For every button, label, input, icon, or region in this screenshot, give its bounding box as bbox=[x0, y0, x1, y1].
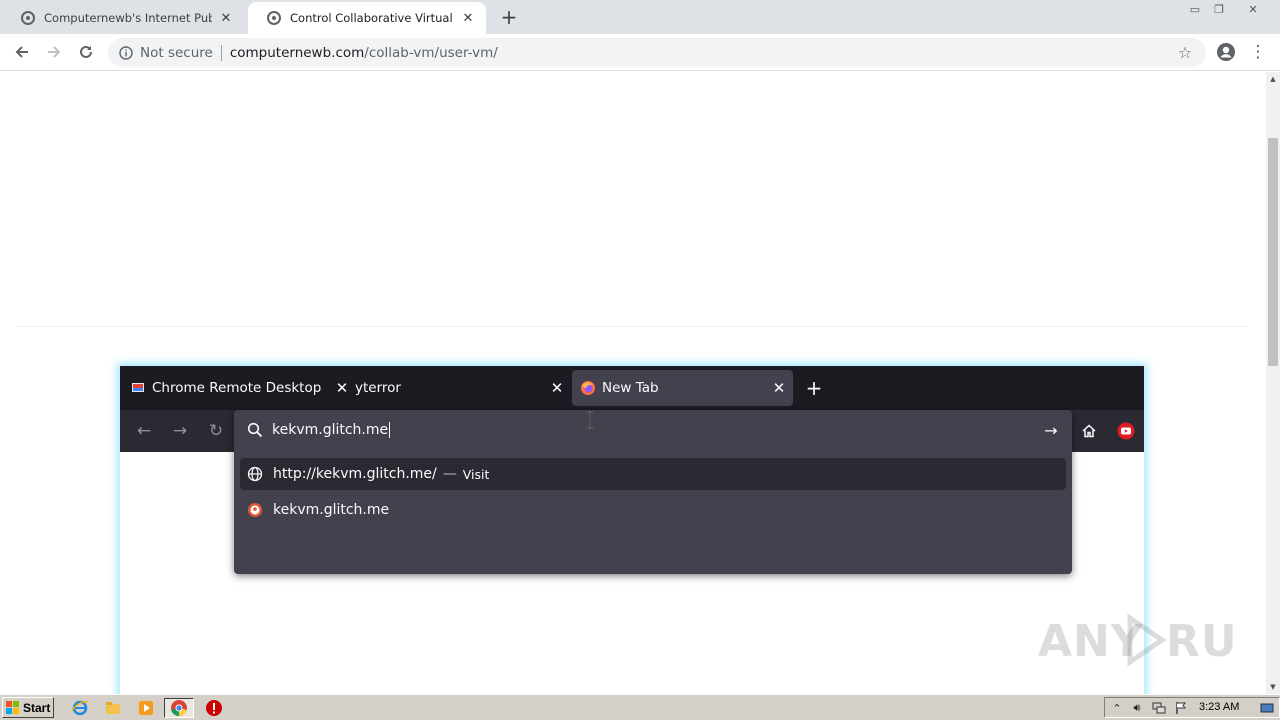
more-menu-icon[interactable]: ⋮ bbox=[1246, 40, 1270, 64]
page-content: Chrome Remote Desktop ✕ yterror ✕ New Ta… bbox=[0, 72, 1266, 694]
info-icon[interactable] bbox=[118, 45, 134, 61]
clock[interactable]: 3:23 AM bbox=[1199, 701, 1239, 713]
back-arrow-icon[interactable] bbox=[10, 40, 34, 64]
mouse-cursor-icon bbox=[584, 411, 596, 429]
start-label: Start bbox=[23, 700, 51, 715]
tab-title: Computernewb's Internet Pub Hub bbox=[44, 11, 212, 25]
chrome-taskbar-icon[interactable] bbox=[164, 698, 194, 718]
computernewb-favicon-icon bbox=[20, 10, 36, 26]
network-icon[interactable] bbox=[1151, 700, 1167, 716]
file-explorer-icon[interactable] bbox=[103, 698, 123, 718]
divider bbox=[220, 44, 222, 61]
suggestion-text: kekvm.glitch.me bbox=[273, 502, 390, 518]
media-player-icon[interactable] bbox=[136, 698, 156, 718]
vm-tab-new-tab[interactable]: New Tab ✕ bbox=[572, 370, 793, 406]
reload-icon[interactable] bbox=[74, 40, 98, 64]
divider bbox=[16, 326, 1248, 327]
firefox-logo-icon bbox=[580, 380, 596, 396]
anyrun-watermark-logo: ANY RUN bbox=[1038, 612, 1234, 668]
minimize-icon[interactable]: ▭ bbox=[1184, 0, 1206, 18]
start-button[interactable]: Start bbox=[2, 697, 54, 718]
globe-icon bbox=[247, 466, 263, 482]
suggestion-action: Visit bbox=[462, 466, 490, 482]
volume-icon[interactable]: 🔊︎ bbox=[1129, 700, 1145, 716]
browser-toolbar: Not secure computernewb.com/collab-vm/us… bbox=[0, 34, 1280, 71]
tab-collab-vm[interactable]: Control Collaborative Virtual Machine ✕ bbox=[248, 2, 486, 34]
url-host: computernewb.com bbox=[229, 44, 365, 61]
urlbar-input-text[interactable]: kekvm.glitch.me bbox=[272, 422, 388, 438]
system-tray: ⌃ 🔊︎ 3:23 AM bbox=[1104, 697, 1280, 718]
restore-icon[interactable]: ❐ bbox=[1208, 0, 1230, 18]
profile-avatar-icon[interactable] bbox=[1214, 40, 1238, 64]
svg-text:RUN: RUN bbox=[1166, 616, 1234, 667]
firefox-urlbar-dropdown: kekvm.glitch.me → http://kekvm.glitch.me… bbox=[234, 410, 1072, 574]
search-icon bbox=[246, 421, 264, 439]
page-scrollbar[interactable]: ▲ ▼ bbox=[1266, 72, 1280, 694]
vm-tab-title: yterror bbox=[355, 380, 401, 396]
security-status[interactable]: Not secure bbox=[140, 45, 213, 61]
close-tab-icon[interactable]: ✕ bbox=[334, 379, 350, 397]
url-path: /collab-vm/user-vm/ bbox=[364, 44, 498, 61]
text-caret bbox=[389, 422, 391, 438]
taskbar: Start ⌃ 🔊︎ 3:23 AM bbox=[0, 694, 1280, 720]
scrollbar-thumb[interactable] bbox=[1268, 138, 1278, 366]
firefox-urlbar[interactable]: kekvm.glitch.me → bbox=[234, 410, 1072, 450]
tab-title: Control Collaborative Virtual Machine bbox=[290, 11, 454, 25]
firefox-toolbar: ← → ↻ kekvm.glitch.me → http://kekvm.gli… bbox=[120, 410, 1144, 574]
address-bar[interactable]: Not secure computernewb.com/collab-vm/us… bbox=[108, 38, 1206, 67]
browser-tabstrip: Computernewb's Internet Pub Hub ✕ Contro… bbox=[0, 0, 1280, 34]
antivirus-warning-icon[interactable] bbox=[204, 698, 224, 718]
forward-arrow-icon[interactable] bbox=[42, 40, 66, 64]
new-tab-button[interactable]: + bbox=[498, 5, 520, 29]
tab-computernewb-pub-hub[interactable]: Computernewb's Internet Pub Hub ✕ bbox=[2, 2, 244, 34]
firefox-tabstrip: Chrome Remote Desktop ✕ yterror ✕ New Ta… bbox=[120, 366, 1144, 410]
suggestion-url: http://kekvm.glitch.me/ bbox=[273, 466, 437, 482]
new-tab-button[interactable]: + bbox=[804, 376, 824, 400]
go-arrow-icon[interactable]: → bbox=[1042, 421, 1060, 440]
back-arrow-icon[interactable]: ← bbox=[133, 420, 155, 442]
scroll-down-icon[interactable]: ▼ bbox=[1266, 680, 1280, 694]
close-tab-icon[interactable]: ✕ bbox=[460, 10, 476, 26]
vm-tab-title: Chrome Remote Desktop bbox=[152, 380, 322, 396]
vm-tab-title: New Tab bbox=[602, 380, 659, 396]
vm-tab-yterror[interactable]: yterror ✕ bbox=[355, 370, 565, 406]
reload-icon[interactable]: ↻ bbox=[205, 420, 227, 442]
computernewb-favicon-icon bbox=[266, 10, 282, 26]
action-center-flag-icon[interactable] bbox=[1173, 700, 1189, 716]
vm-tab-chrome-remote-desktop[interactable]: Chrome Remote Desktop ✕ bbox=[130, 370, 350, 406]
close-tab-icon[interactable]: ✕ bbox=[549, 379, 565, 397]
windows-logo-icon bbox=[6, 700, 20, 715]
youtube-icon[interactable] bbox=[1115, 420, 1137, 442]
close-window-icon[interactable]: ✕ bbox=[1242, 0, 1264, 18]
remote-desktop-icon bbox=[130, 380, 146, 396]
bookmark-star-icon[interactable]: ☆ bbox=[1176, 43, 1194, 62]
scroll-up-icon[interactable]: ▲ bbox=[1266, 72, 1280, 86]
suggestion-search[interactable]: kekvm.glitch.me bbox=[240, 494, 1066, 526]
close-tab-icon[interactable]: ✕ bbox=[771, 379, 787, 397]
home-icon[interactable] bbox=[1078, 420, 1100, 442]
show-desktop-icon[interactable] bbox=[1259, 700, 1275, 716]
duckduckgo-icon bbox=[247, 502, 263, 518]
forward-arrow-icon[interactable]: → bbox=[169, 420, 191, 442]
dash-separator: — bbox=[442, 466, 457, 482]
internet-explorer-icon[interactable] bbox=[70, 698, 90, 718]
close-tab-icon[interactable]: ✕ bbox=[218, 10, 234, 26]
tray-expand-icon[interactable]: ⌃ bbox=[1109, 700, 1125, 716]
suggestion-visit-url[interactable]: http://kekvm.glitch.me/ — Visit bbox=[240, 458, 1066, 490]
vm-screen[interactable]: Chrome Remote Desktop ✕ yterror ✕ New Ta… bbox=[120, 366, 1144, 694]
